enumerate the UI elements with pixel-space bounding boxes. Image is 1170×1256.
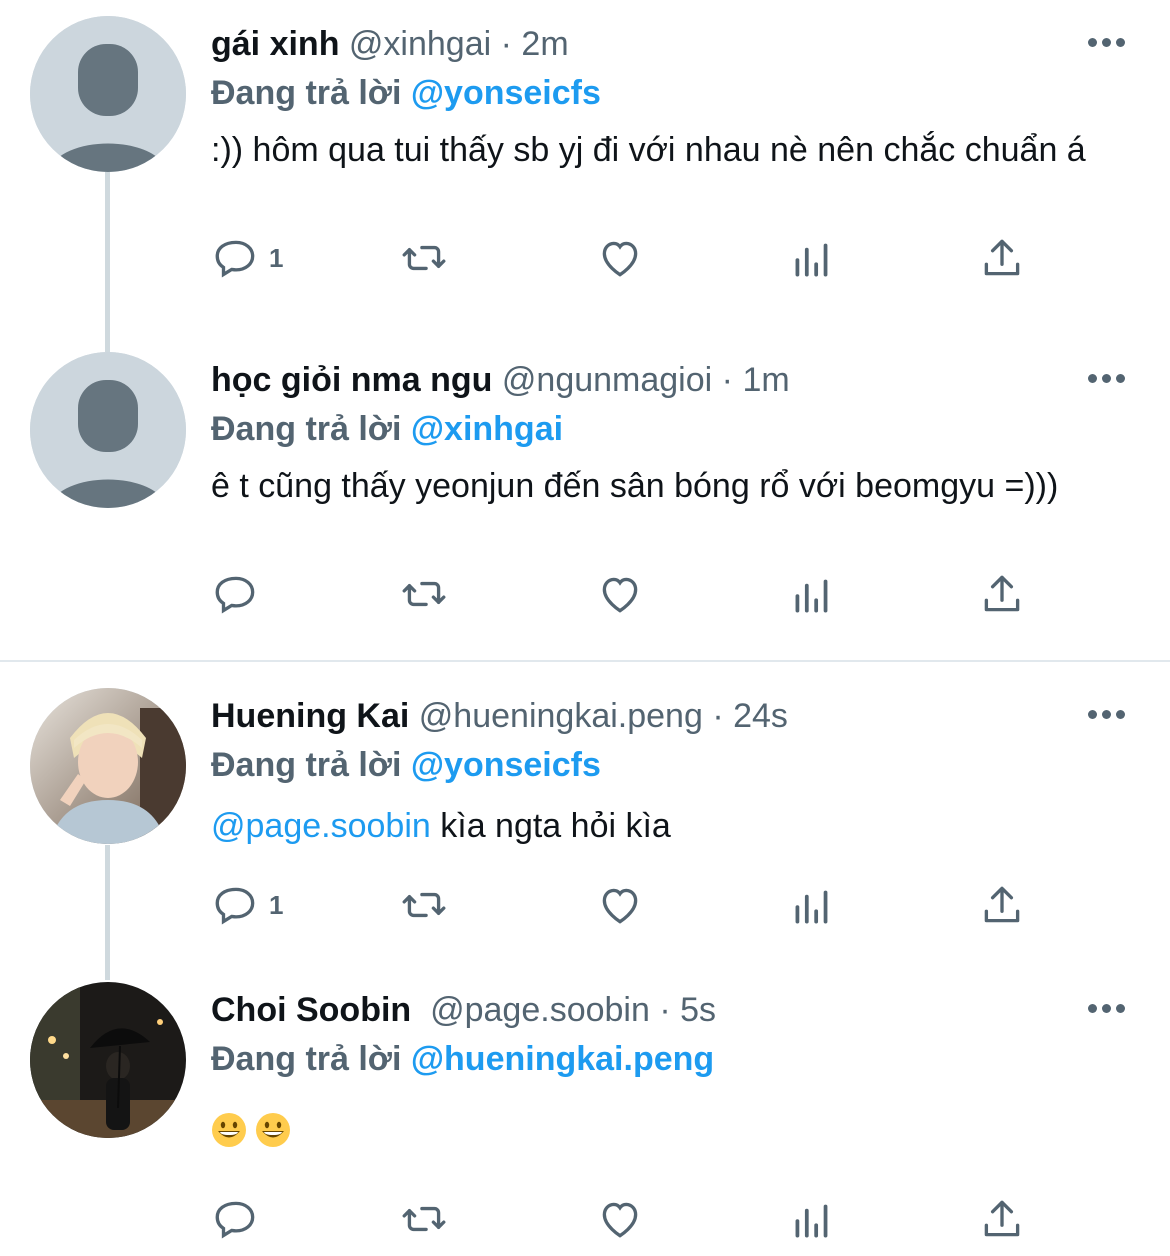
analytics-icon bbox=[795, 890, 828, 924]
grinning-face-emoji bbox=[212, 1113, 246, 1148]
timestamp[interactable]: 2m bbox=[521, 25, 568, 63]
photo-avatar[interactable] bbox=[30, 982, 186, 1138]
retweet-button[interactable] bbox=[399, 566, 449, 622]
retweet-button[interactable] bbox=[399, 1191, 449, 1247]
tweet-text-body: kìa ngta hỏi kìa bbox=[430, 807, 671, 845]
author-name[interactable]: học giỏi nma ngu bbox=[211, 361, 492, 399]
reply-button[interactable]: 1 bbox=[211, 877, 283, 933]
more-options-icon[interactable] bbox=[1084, 32, 1128, 52]
analytics-icon bbox=[795, 579, 828, 613]
tweet-header: gái xinh @xinhgai · 2m bbox=[211, 22, 1080, 66]
like-button[interactable] bbox=[595, 877, 645, 933]
author-handle[interactable]: @page.soobin bbox=[430, 991, 650, 1029]
share-icon bbox=[984, 1200, 1020, 1237]
timestamp[interactable]: 24s bbox=[733, 697, 788, 735]
like-button[interactable] bbox=[595, 1191, 645, 1247]
retweet-icon bbox=[402, 892, 446, 918]
action-bar bbox=[211, 566, 1111, 626]
reply-button[interactable] bbox=[211, 566, 269, 622]
reply-button[interactable] bbox=[211, 1191, 261, 1247]
retweet-icon bbox=[402, 581, 446, 607]
views-button[interactable] bbox=[787, 877, 837, 933]
tweet-text: @page.soobin kìa ngta hỏi kìa bbox=[211, 804, 1141, 848]
more-options-icon[interactable] bbox=[1084, 998, 1128, 1018]
action-bar: 1 bbox=[211, 877, 1111, 937]
timestamp[interactable]: 1m bbox=[742, 361, 789, 399]
reply-count: 1 bbox=[269, 242, 284, 273]
tweet-text: :)) hôm qua tui thấy sb yj đi với nhau n… bbox=[211, 131, 1086, 169]
default-avatar-icon[interactable] bbox=[30, 352, 186, 508]
action-bar: 1 bbox=[211, 230, 1111, 290]
analytics-icon bbox=[795, 243, 828, 277]
views-button[interactable] bbox=[787, 566, 837, 622]
replying-prefix: Đang trả lời bbox=[211, 1040, 402, 1078]
share-icon bbox=[984, 575, 1020, 612]
replying-to: Đang trả lời @yonseicfs bbox=[211, 742, 601, 788]
replying-mention-link[interactable]: @yonseicfs bbox=[411, 746, 601, 784]
reply-icon bbox=[215, 576, 255, 614]
share-button[interactable] bbox=[977, 230, 1027, 286]
like-button[interactable] bbox=[595, 230, 645, 286]
author-handle[interactable]: @ngunmagioi bbox=[502, 361, 712, 399]
author-handle[interactable]: @xinhgai bbox=[349, 25, 491, 63]
reply-icon bbox=[215, 887, 255, 925]
share-button[interactable] bbox=[977, 1191, 1027, 1247]
heart-icon bbox=[602, 241, 638, 277]
reply-icon bbox=[215, 1201, 255, 1239]
tweet[interactable]: gái xinh @xinhgai · 2m Đang trả lời @yon… bbox=[0, 0, 1170, 330]
heart-icon bbox=[602, 888, 638, 924]
separator-dot: · bbox=[659, 991, 671, 1029]
tweet-header: Huening Kai @hueningkai.peng · 24s bbox=[211, 694, 1080, 738]
tweet-text: ê t cũng thấy yeonjun đến sân bóng rổ vớ… bbox=[211, 467, 1059, 505]
retweet-icon bbox=[402, 245, 446, 271]
views-button[interactable] bbox=[787, 230, 837, 286]
replying-to: Đang trả lời @hueningkai.peng bbox=[211, 1036, 714, 1082]
tweet[interactable]: Choi Soobin @page.soobin · 5s Đang trả l… bbox=[0, 966, 1170, 1256]
default-avatar-icon[interactable] bbox=[30, 16, 186, 172]
replying-mention-link[interactable]: @yonseicfs bbox=[411, 74, 601, 112]
grinning-face-emoji bbox=[256, 1113, 290, 1148]
share-button[interactable] bbox=[977, 877, 1027, 933]
replying-mention-link[interactable]: @hueningkai.peng bbox=[411, 1040, 714, 1078]
separator-dot: · bbox=[500, 25, 512, 63]
author-name[interactable]: gái xinh bbox=[211, 25, 339, 63]
tweet-text bbox=[211, 1106, 1141, 1150]
separator-dot: · bbox=[712, 697, 724, 735]
views-button[interactable] bbox=[787, 1191, 837, 1247]
analytics-icon bbox=[795, 1204, 828, 1238]
heart-icon bbox=[602, 577, 638, 613]
replying-prefix: Đang trả lời bbox=[211, 74, 402, 112]
tweet-header: Choi Soobin @page.soobin · 5s bbox=[211, 988, 1080, 1032]
like-button[interactable] bbox=[595, 566, 645, 622]
separator-dot: · bbox=[721, 361, 733, 399]
tweet[interactable]: học giỏi nma ngu @ngunmagioi · 1m Đang t… bbox=[0, 336, 1170, 656]
tweet[interactable]: Huening Kai @hueningkai.peng · 24s Đang … bbox=[0, 672, 1170, 972]
more-options-icon[interactable] bbox=[1084, 368, 1128, 388]
retweet-icon bbox=[402, 1206, 446, 1232]
share-icon bbox=[984, 886, 1020, 923]
timestamp[interactable]: 5s bbox=[680, 991, 716, 1029]
reply-count: 1 bbox=[269, 889, 284, 920]
thread-separator bbox=[0, 660, 1170, 662]
replying-to: Đang trả lời @xinhgai bbox=[211, 406, 563, 452]
heart-icon bbox=[602, 1202, 638, 1238]
author-handle[interactable]: @hueningkai.peng bbox=[419, 697, 703, 735]
mention-link[interactable]: @page.soobin bbox=[211, 807, 431, 845]
replying-prefix: Đang trả lời bbox=[211, 410, 402, 448]
author-name[interactable]: Choi Soobin bbox=[211, 991, 411, 1029]
tweet-header: học giỏi nma ngu @ngunmagioi · 1m bbox=[211, 358, 1080, 402]
action-bar bbox=[211, 1191, 1111, 1251]
reply-button[interactable]: 1 bbox=[211, 230, 283, 286]
share-icon bbox=[984, 239, 1020, 276]
more-options-icon[interactable] bbox=[1084, 704, 1128, 724]
retweet-button[interactable] bbox=[399, 230, 449, 286]
share-button[interactable] bbox=[977, 566, 1027, 622]
replying-mention-link[interactable]: @xinhgai bbox=[411, 410, 563, 448]
replying-prefix: Đang trả lời bbox=[211, 746, 402, 784]
reply-icon bbox=[215, 240, 255, 278]
replying-to: Đang trả lời @yonseicfs bbox=[211, 70, 601, 116]
retweet-button[interactable] bbox=[399, 877, 449, 933]
author-name[interactable]: Huening Kai bbox=[211, 697, 409, 735]
photo-avatar[interactable] bbox=[30, 688, 186, 844]
